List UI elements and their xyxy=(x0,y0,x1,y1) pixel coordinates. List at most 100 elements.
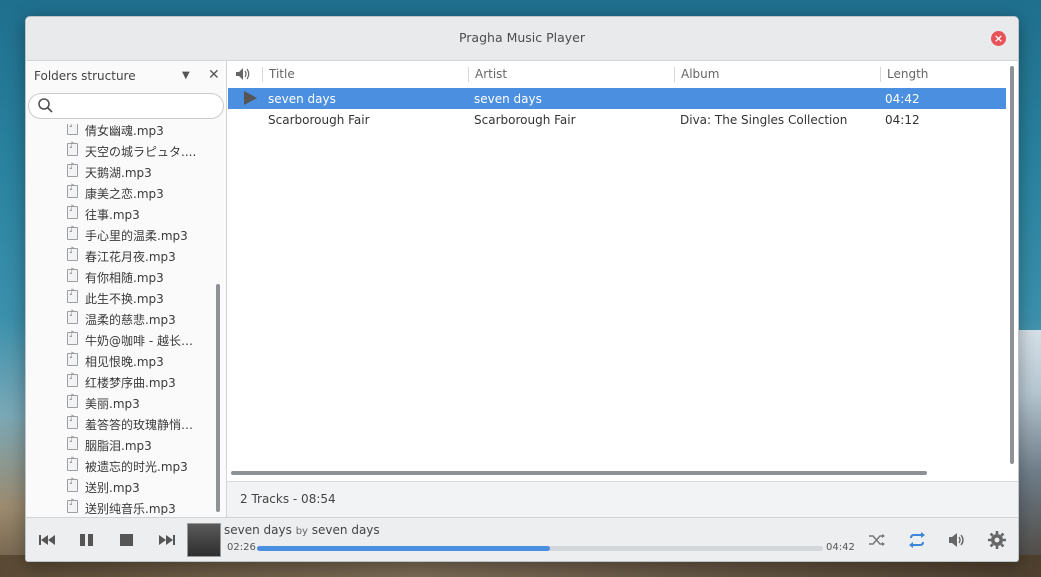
file-name: 康美之恋.mp3 xyxy=(85,187,164,201)
previous-track-button[interactable] xyxy=(36,529,58,551)
sidebar-title: Folders structure xyxy=(34,69,136,83)
file-item[interactable]: 送别纯音乐.mp3 xyxy=(66,497,214,515)
file-item[interactable]: 往事.mp3 xyxy=(66,203,214,224)
file-item[interactable]: 美丽.mp3 xyxy=(66,392,214,413)
audio-file-icon xyxy=(67,183,78,198)
repeat-icon xyxy=(909,532,925,548)
row-artist: seven days xyxy=(474,92,542,106)
shuffle-button[interactable] xyxy=(866,529,888,551)
file-name: 天鹅湖.mp3 xyxy=(85,166,152,180)
file-name: 相见恨晚.mp3 xyxy=(85,355,164,369)
row-length: 04:12 xyxy=(885,113,920,127)
search-input[interactable] xyxy=(57,97,221,117)
audio-file-icon xyxy=(67,330,78,345)
file-item[interactable]: 此生不换.mp3 xyxy=(66,287,214,308)
now-playing-icon xyxy=(244,91,257,105)
file-name: 温柔的慈悲.mp3 xyxy=(85,313,176,327)
file-name: 倩女幽魂.mp3 xyxy=(85,124,164,138)
audio-file-icon xyxy=(67,372,78,387)
sidebar-header: Folders structure ▼ ✕ xyxy=(26,61,226,91)
row-title: Scarborough Fair xyxy=(268,113,370,127)
status-bar: 2 Tracks - 08:54 xyxy=(227,481,1018,518)
playlist-row[interactable]: Scarborough Fair Scarborough Fair Diva: … xyxy=(228,109,1006,130)
file-name: 红楼梦序曲.mp3 xyxy=(85,376,176,390)
file-item[interactable]: 被遗忘的时光.mp3 xyxy=(66,455,214,476)
row-album: Diva: The Singles Collection xyxy=(680,113,848,127)
file-name: 往事.mp3 xyxy=(85,208,140,222)
audio-file-icon xyxy=(67,124,78,135)
column-artist[interactable]: Artist xyxy=(468,67,507,82)
file-name: 美丽.mp3 xyxy=(85,397,140,411)
file-item[interactable]: 康美之恋.mp3 xyxy=(66,182,214,203)
audio-file-icon xyxy=(67,267,78,282)
close-window-button[interactable]: × xyxy=(991,31,1006,46)
volume-button[interactable] xyxy=(946,529,968,551)
column-title[interactable]: Title xyxy=(262,67,295,82)
file-item[interactable]: 羞答答的玫瑰静悄悄... xyxy=(66,413,214,434)
audio-file-icon xyxy=(67,204,78,219)
file-name: 春江花月夜.mp3 xyxy=(85,250,176,264)
file-name: 送别.mp3 xyxy=(85,481,140,495)
playlist-row[interactable]: seven days seven days 04:42 xyxy=(228,88,1006,109)
repeat-button[interactable] xyxy=(906,529,928,551)
file-item[interactable]: 红楼梦序曲.mp3 xyxy=(66,371,214,392)
audio-file-icon xyxy=(67,351,78,366)
total-time: 04:42 xyxy=(826,542,855,553)
file-item[interactable]: 春江花月夜.mp3 xyxy=(66,245,214,266)
row-length: 04:42 xyxy=(885,92,920,106)
settings-button[interactable] xyxy=(986,529,1008,551)
playlist-view: Title Artist Album Length seven days sev… xyxy=(227,61,1018,481)
sidebar-menu-chevron-icon[interactable]: ▼ xyxy=(182,70,190,81)
column-length[interactable]: Length xyxy=(880,67,928,82)
sidebar-scrollbar[interactable] xyxy=(216,284,220,512)
file-name: 胭脂泪.mp3 xyxy=(85,439,152,453)
skip-forward-icon xyxy=(159,535,175,545)
gear-icon xyxy=(988,531,1006,549)
pause-button[interactable] xyxy=(76,529,98,551)
album-cover[interactable] xyxy=(187,523,221,557)
file-name: 手心里的温柔.mp3 xyxy=(85,229,188,243)
progress-bar[interactable] xyxy=(257,546,823,551)
pragha-window: Pragha Music Player × Folders structure … xyxy=(25,16,1019,562)
file-name: 羞答答的玫瑰静悄悄... xyxy=(85,418,203,432)
next-track-button[interactable] xyxy=(156,529,178,551)
file-item[interactable]: 送别.mp3 xyxy=(66,476,214,497)
file-tree: 倩女幽魂.mp3 天空の城ラピュタ.... 天鹅湖.mp3 康美之恋.mp3 往事.mp… xyxy=(26,124,214,515)
file-item[interactable]: 有你相随.mp3 xyxy=(66,266,214,287)
audio-file-icon xyxy=(67,309,78,324)
file-item[interactable]: 天空の城ラピュタ.... xyxy=(66,140,214,161)
playlist-horizontal-scrollbar[interactable] xyxy=(231,471,927,475)
now-playing-info: seven days by seven days xyxy=(224,523,380,537)
file-item[interactable]: 温柔的慈悲.mp3 xyxy=(66,308,214,329)
search-icon xyxy=(38,98,53,113)
titlebar: Pragha Music Player × xyxy=(26,17,1018,61)
audio-file-icon xyxy=(67,225,78,240)
progress-fill xyxy=(257,546,550,551)
file-item[interactable]: 牛奶@咖啡 - 越长大... xyxy=(66,329,214,350)
playing-column-speaker-icon[interactable] xyxy=(234,66,252,82)
row-artist: Scarborough Fair xyxy=(474,113,576,127)
file-name: 此生不换.mp3 xyxy=(85,292,164,306)
sidebar-close-icon[interactable]: ✕ xyxy=(208,67,220,83)
window-title: Pragha Music Player xyxy=(458,30,586,45)
volume-icon xyxy=(949,533,964,547)
stop-button[interactable] xyxy=(116,529,138,551)
search-box[interactable] xyxy=(28,93,224,119)
skip-back-icon xyxy=(39,535,55,545)
file-item[interactable]: 倩女幽魂.mp3 xyxy=(66,124,214,140)
audio-file-icon xyxy=(67,162,78,177)
audio-file-icon xyxy=(67,288,78,303)
audio-file-icon xyxy=(67,498,78,513)
audio-file-icon xyxy=(67,246,78,261)
file-item[interactable]: 胭脂泪.mp3 xyxy=(66,434,214,455)
file-item[interactable]: 天鹅湖.mp3 xyxy=(66,161,214,182)
file-item[interactable]: 相见恨晚.mp3 xyxy=(66,350,214,371)
column-album[interactable]: Album xyxy=(674,67,719,82)
audio-file-icon xyxy=(67,414,78,429)
file-name: 牛奶@咖啡 - 越长大... xyxy=(85,334,203,348)
folders-sidebar: Folders structure ▼ ✕ 倩女幽魂.mp3 天空の城ラピュタ..… xyxy=(26,61,227,517)
playlist-vertical-scrollbar[interactable] xyxy=(1010,66,1014,464)
file-name: 天空の城ラピュタ.... xyxy=(85,145,197,159)
file-item[interactable]: 手心里的温柔.mp3 xyxy=(66,224,214,245)
shuffle-icon xyxy=(869,534,885,546)
